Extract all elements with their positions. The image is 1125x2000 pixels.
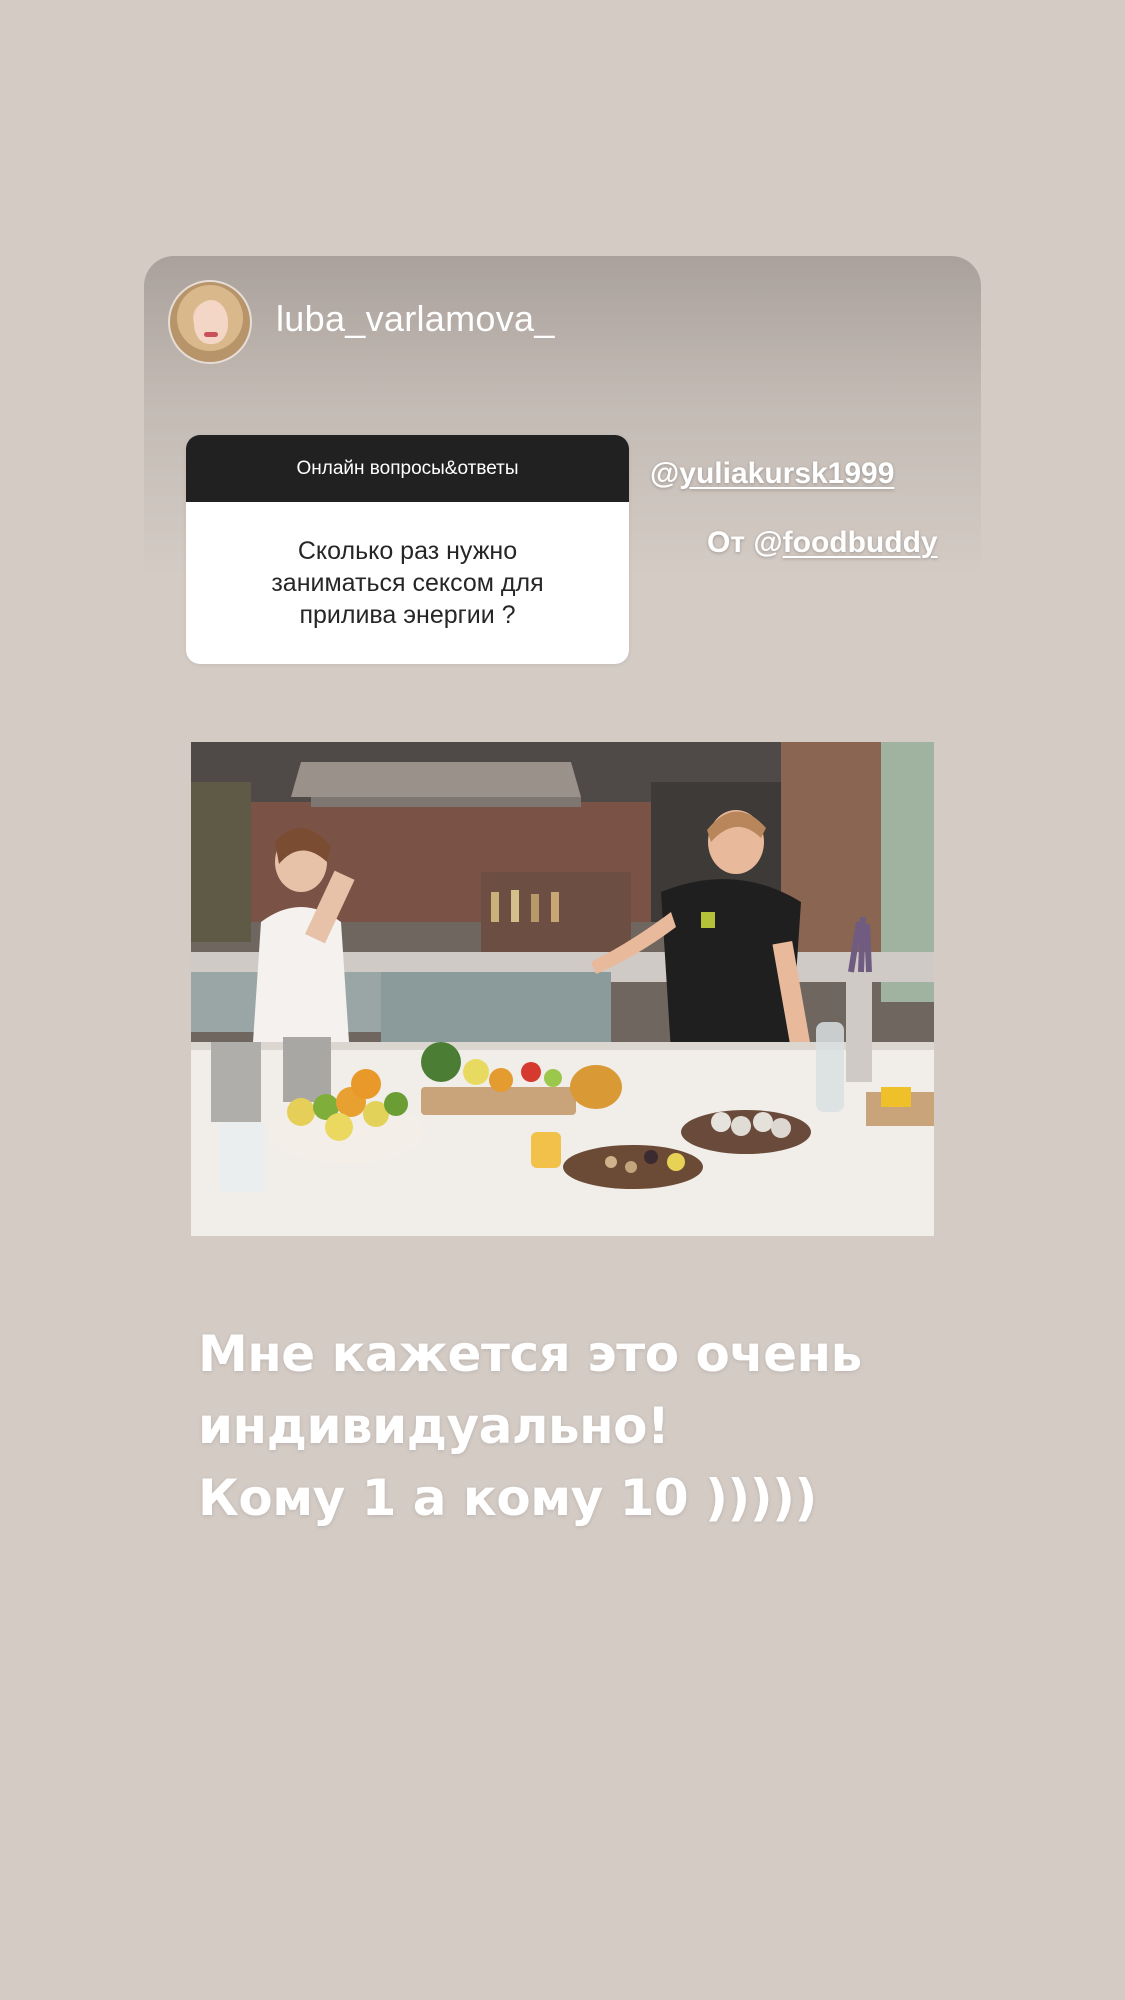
username[interactable]: luba_varlamova_	[276, 298, 555, 340]
avatar-face	[194, 300, 228, 344]
answer-line: Мне кажется это очень	[198, 1325, 862, 1383]
profile-avatar[interactable]	[168, 280, 252, 364]
from-prefix: От @	[707, 526, 783, 559]
mention-link[interactable]: @yuliakursk1999	[650, 457, 894, 491]
mention-at: @	[650, 457, 680, 490]
answer-line: индивидуально!	[198, 1397, 670, 1455]
from-handle: foodbuddy	[782, 526, 938, 559]
question-sticker-title: Онлайн вопросы&ответы	[186, 435, 629, 502]
mention-handle: yuliakursk1999	[679, 457, 895, 490]
answer-text: Мне кажется это очень индивидуально! Ком…	[198, 1318, 1038, 1534]
kitchen-photo	[191, 742, 934, 1236]
avatar-lips	[204, 332, 218, 337]
question-text: Сколько раз нужно заниматься сексом для …	[271, 537, 544, 629]
from-link[interactable]: От @foodbuddy	[707, 526, 938, 560]
answer-line: Кому 1 а кому 10 )))))	[198, 1469, 817, 1527]
kitchen-photo-illustration	[191, 742, 934, 1236]
question-sticker[interactable]: Онлайн вопросы&ответы Сколько раз нужно …	[186, 435, 629, 664]
